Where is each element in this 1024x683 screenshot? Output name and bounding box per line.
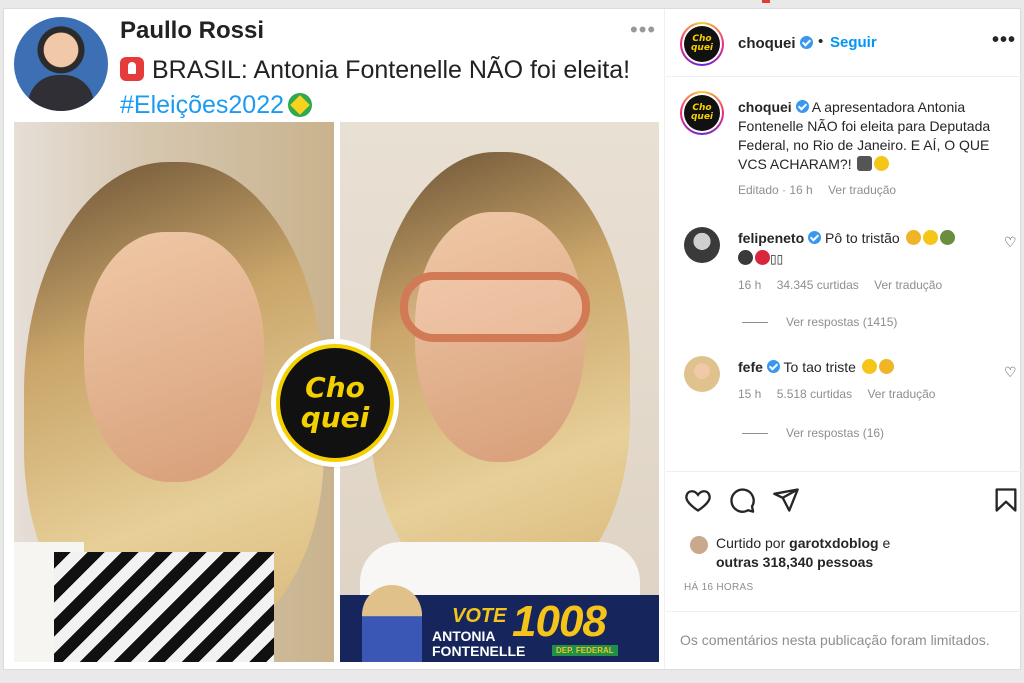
comment-username[interactable]: fefe (738, 359, 763, 375)
view-replies-link[interactable]: Ver respostas (1415) (742, 315, 897, 329)
balloon-emoji-icon (755, 250, 770, 265)
thinking-emoji-icon (874, 156, 890, 171)
liked-by-user[interactable]: garotxdoblog (789, 535, 878, 551)
siren-icon (120, 57, 144, 81)
tweet-text: BRASIL: Antonia Fontenelle NÃO foi eleit… (120, 53, 640, 123)
caption-edited: Editado · 16 h (738, 183, 813, 197)
comment-heart-icon[interactable]: ♡ (1004, 364, 1017, 381)
camera-emoji-icon (857, 156, 873, 171)
top-edge-mark (762, 0, 770, 3)
liked-by-text: Curtido por garotxdoblog e outras 318,34… (716, 535, 891, 570)
caption-username[interactable]: choquei (738, 99, 792, 115)
tweet-author-avatar (14, 17, 108, 111)
glasses (400, 272, 590, 342)
comment-avatar[interactable] (684, 227, 720, 263)
post-sidebar: Cho quei choquei • Seguir ••• Cho quei cho… (666, 9, 1021, 669)
comment-meta: 16 h 34.345 curtidas Ver tradução (738, 278, 943, 292)
heart-icon[interactable] (684, 486, 712, 514)
bookmark-icon[interactable] (992, 486, 1020, 514)
verified-icon (799, 36, 813, 49)
comment-translate-link[interactable]: Ver tradução (867, 387, 935, 401)
vote-banner: VOTE 1008 ANTONIA FONTENELLE DEP. FEDERA… (340, 585, 659, 662)
profile-username[interactable]: choquei (738, 35, 813, 52)
verified-icon (766, 360, 780, 373)
candidate-photo (362, 585, 422, 662)
choquei-logo-badge: Cho quei (276, 344, 394, 462)
header-separator: • (818, 33, 824, 50)
face-emoji-icon (922, 230, 938, 245)
comment-text: felipeneto Pô to tristão ▯▯ (738, 228, 983, 269)
tweet-more-icon: ••• (630, 17, 657, 42)
comments-limited-notice: Os comentários nesta publicação foram li… (666, 611, 1021, 669)
post-media[interactable]: Paullo Rossi ••• BRASIL: Antonia Fontene… (4, 9, 665, 669)
follow-button[interactable]: Seguir (830, 34, 877, 51)
bottle-emoji-icon (939, 230, 955, 245)
comment-likes[interactable]: 5.518 curtidas (777, 387, 852, 401)
face-emoji-icon (861, 359, 877, 374)
view-replies-link[interactable]: Ver respostas (16) (742, 426, 884, 440)
caption-translate-link[interactable]: Ver tradução (828, 183, 896, 197)
post-timestamp[interactable]: HÁ 16 HORAS (684, 582, 753, 593)
tweet-author-name: Paullo Rossi (120, 17, 265, 44)
post-actions: Curtido por garotxdoblog e outras 318,34… (666, 471, 1021, 611)
verified-icon (808, 231, 822, 244)
liked-by-avatar[interactable] (690, 536, 708, 554)
comment-icon[interactable] (728, 486, 756, 514)
vote-number: 1008 (512, 597, 607, 646)
tweet-main-text: BRASIL: Antonia Fontenelle NÃO foi eleit… (152, 56, 631, 84)
tweet-hashtag: #Eleições2022 (120, 91, 285, 119)
comment-translate-link[interactable]: Ver tradução (874, 278, 942, 292)
post-header: Cho quei choquei • Seguir ••• (666, 9, 1021, 77)
party-emoji-icon (878, 359, 894, 374)
comment-likes[interactable]: 34.345 curtidas (777, 278, 859, 292)
candidate-name: ANTONIA FONTENELLE (432, 628, 526, 659)
vote-label: VOTE (452, 605, 507, 627)
comment-avatar[interactable] (684, 356, 720, 392)
brazil-flag-icon (288, 93, 313, 117)
zebra-top (54, 552, 274, 662)
comment-meta: 15 h 5.518 curtidas Ver tradução (738, 387, 936, 401)
caption-avatar[interactable]: Cho quei (680, 91, 724, 135)
screenshot-frame: Paullo Rossi ••• BRASIL: Antonia Fontene… (0, 0, 1024, 683)
candidate-office: DEP. FEDERAL (552, 645, 618, 656)
likes-count[interactable]: outras 318,340 pessoas (716, 554, 873, 570)
crown-emoji-icon (738, 250, 753, 265)
post-caption: choquei A apresentadora Antonia Fontenel… (738, 98, 1008, 174)
profile-avatar[interactable]: Cho quei (680, 22, 724, 66)
party-emoji-icon (905, 230, 921, 245)
share-icon[interactable] (772, 486, 800, 514)
comment-heart-icon[interactable]: ♡ (1004, 234, 1017, 251)
comment-text: fefe To tao triste (738, 357, 983, 377)
comment-username[interactable]: felipeneto (738, 230, 804, 246)
more-icon[interactable]: ••• (992, 29, 1016, 52)
verified-icon (795, 100, 809, 113)
instagram-post: Paullo Rossi ••• BRASIL: Antonia Fontene… (3, 8, 1021, 670)
caption-meta: Editado · 16 h Ver tradução (738, 183, 908, 197)
